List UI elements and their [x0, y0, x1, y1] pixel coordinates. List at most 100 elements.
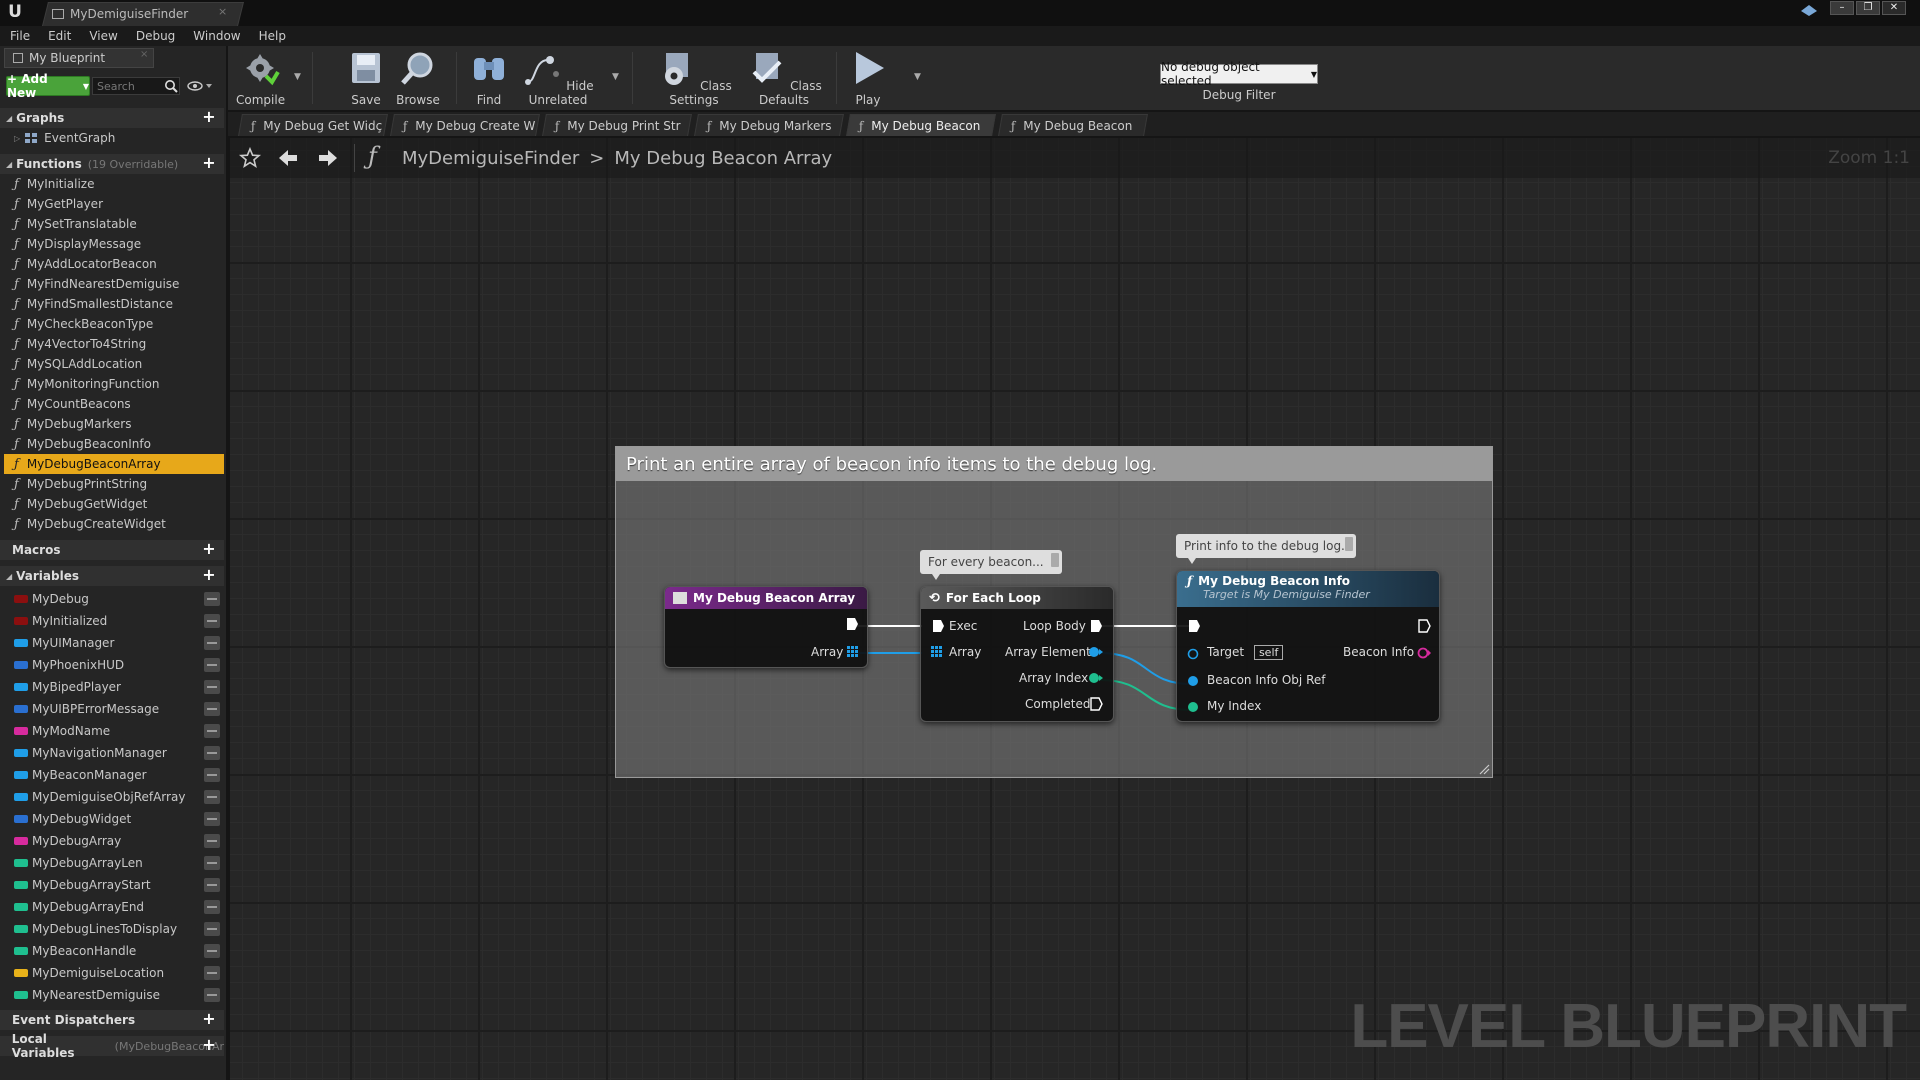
graph-tab[interactable]: ƒ My Debug Beacon [846, 114, 996, 136]
graphs-section-header[interactable]: ◢ Graphs + [0, 108, 224, 128]
compile-options-chevron-icon[interactable]: ▼ [294, 72, 301, 82]
info-comment-bubble[interactable]: Print info to the debug log. [1176, 534, 1356, 564]
unreal-logo-icon[interactable]: U [4, 1, 26, 23]
graph-tab[interactable]: ƒ My Debug Beacon [998, 114, 1148, 136]
variable-item[interactable]: MyDebugArray [4, 830, 224, 852]
function-item[interactable]: ƒ MyAddLocatorBeacon [4, 254, 224, 274]
function-item[interactable]: ƒ MyDebugBeaconArray [4, 454, 224, 474]
node-for-each-loop[interactable]: ⟲ For Each Loop Exec Loop Body Array Arr… [920, 586, 1114, 722]
graph-tab[interactable]: ƒ My Debug Get Widç [238, 114, 388, 136]
variables-section-header[interactable]: ◢ Variables + [0, 566, 224, 586]
loop-body-pin-icon[interactable] [1089, 619, 1103, 633]
menu-help[interactable]: Help [259, 29, 286, 43]
variable-item[interactable]: MyDemiguiseObjRefArray [4, 786, 224, 808]
function-item[interactable]: ƒ MyFindNearestDemiguise [4, 274, 224, 294]
function-item[interactable]: ƒ MyDebugMarkers [4, 414, 224, 434]
compile-button[interactable]: Compile [236, 50, 285, 108]
search-icon[interactable] [164, 79, 178, 93]
beacon-info-out-pin-icon[interactable] [1417, 647, 1431, 659]
exec-in-pin-icon[interactable] [931, 619, 945, 633]
document-tab[interactable]: MyDemiguiseFinder [52, 2, 188, 26]
graph-item-eventgraph[interactable]: ▷ EventGraph [4, 128, 224, 148]
variable-item[interactable]: MyDebugArrayStart [4, 874, 224, 896]
minimize-button[interactable]: – [1830, 1, 1854, 15]
function-item[interactable]: ƒ MyInitialize [4, 174, 224, 194]
exec-out-pin-icon[interactable] [1417, 619, 1431, 633]
add-event-dispatcher-icon[interactable]: + [202, 1011, 216, 1027]
class-defaults-button[interactable]: Class Defaults [742, 50, 826, 108]
array-in-pin-icon[interactable] [931, 646, 943, 658]
function-item[interactable]: ƒ MyCheckBeaconType [4, 314, 224, 334]
play-options-chevron-icon[interactable]: ▼ [914, 72, 921, 82]
expand-arrow-icon[interactable]: ▷ [14, 134, 20, 143]
variable-visibility-icon[interactable] [204, 834, 220, 848]
debug-object-select[interactable]: No debug object selected ▼ [1160, 60, 1318, 88]
event-dispatchers-section-header[interactable]: Event Dispatchers + [0, 1010, 224, 1030]
variable-visibility-icon[interactable] [204, 922, 220, 936]
target-pin-icon[interactable] [1187, 648, 1201, 660]
class-settings-button[interactable]: Class Settings [652, 50, 736, 108]
array-element-pin-icon[interactable] [1089, 646, 1103, 658]
target-self-value[interactable]: self [1253, 645, 1284, 660]
local-variables-section-header[interactable]: Local Variables (MyDebugBeaconAr + [0, 1032, 224, 1060]
foreach-comment-bubble[interactable]: For every beacon... [920, 550, 1062, 580]
collapse-arrow-icon[interactable]: ◢ [6, 114, 12, 123]
variable-item[interactable]: MyDemiguiseLocation [4, 962, 224, 984]
variable-item[interactable]: MyNearestDemiguise [4, 984, 224, 1006]
variable-visibility-icon[interactable] [204, 856, 220, 870]
node-header[interactable]: ⟲ For Each Loop [921, 587, 1113, 609]
menu-file[interactable]: File [10, 29, 30, 43]
function-item[interactable]: ƒ My4VectorTo4String [4, 334, 224, 354]
variable-item[interactable]: MyDebugArrayEnd [4, 896, 224, 918]
function-item[interactable]: ƒ MySQLAddLocation [4, 354, 224, 374]
variable-item[interactable]: MyBeaconHandle [4, 940, 224, 962]
variable-item[interactable]: MyDebugWidget [4, 808, 224, 830]
variable-visibility-icon[interactable] [204, 614, 220, 628]
add-macro-icon[interactable]: + [202, 541, 216, 557]
variable-item[interactable]: MyBeaconManager [4, 764, 224, 786]
variable-item[interactable]: MyNavigationManager [4, 742, 224, 764]
node-header[interactable]: ƒ My Debug Beacon Info Target is My Demi… [1177, 571, 1439, 607]
variable-visibility-icon[interactable] [204, 636, 220, 650]
maximize-button[interactable]: ❐ [1856, 1, 1880, 15]
variable-item[interactable]: MyInitialized [4, 610, 224, 632]
variable-visibility-icon[interactable] [204, 966, 220, 980]
variable-item[interactable]: MyPhoenixHUD [4, 654, 224, 676]
pin-bubble-icon[interactable] [1345, 537, 1353, 551]
variable-visibility-icon[interactable] [204, 878, 220, 892]
menu-view[interactable]: View [89, 29, 117, 43]
variable-item[interactable]: MyModName [4, 720, 224, 742]
variable-visibility-icon[interactable] [204, 658, 220, 672]
functions-section-header[interactable]: ◢ Functions (19 Overridable) + [0, 154, 224, 174]
variable-item[interactable]: MyDebugLinesToDisplay [4, 918, 224, 940]
menu-window[interactable]: Window [193, 29, 240, 43]
variable-visibility-icon[interactable] [204, 768, 220, 782]
collapse-arrow-icon[interactable]: ◢ [6, 572, 12, 581]
variable-visibility-icon[interactable] [204, 592, 220, 606]
my-blueprint-tab[interactable]: My Blueprint [4, 48, 154, 68]
hide-unrelated-chevron-icon[interactable]: ▼ [612, 72, 619, 82]
play-button[interactable]: Play [848, 50, 888, 108]
beacon-info-obj-ref-pin-icon[interactable] [1187, 675, 1201, 687]
variable-item[interactable]: MyUIBPErrorMessage [4, 698, 224, 720]
array-out-pin-icon[interactable] [847, 646, 859, 658]
browse-button[interactable]: Browse [390, 50, 446, 108]
node-function-entry[interactable]: My Debug Beacon Array Array [664, 586, 868, 668]
graph-tab[interactable]: ƒ My Debug Create W [390, 114, 540, 136]
variable-visibility-icon[interactable] [204, 746, 220, 760]
array-index-pin-icon[interactable] [1089, 672, 1103, 684]
pin-bubble-icon[interactable] [1051, 553, 1059, 567]
variable-visibility-icon[interactable] [204, 790, 220, 804]
node-debug-beacon-info[interactable]: ƒ My Debug Beacon Info Target is My Demi… [1176, 570, 1440, 722]
hide-unrelated-button[interactable]: Hide Unrelated [518, 50, 598, 108]
my-index-pin-icon[interactable] [1187, 701, 1201, 713]
variable-item[interactable]: MyDebug [4, 588, 224, 610]
variable-visibility-icon[interactable] [204, 900, 220, 914]
function-item[interactable]: ƒ MyCountBeacons [4, 394, 224, 414]
view-options-eye-icon[interactable] [186, 79, 214, 93]
graph-editor-canvas[interactable]: ƒ MyDemiguiseFinder > My Debug Beacon Ar… [230, 138, 1920, 1080]
add-local-variable-icon[interactable]: + [202, 1037, 216, 1053]
function-item[interactable]: ƒ MyFindSmallestDistance [4, 294, 224, 314]
variable-visibility-icon[interactable] [204, 680, 220, 694]
add-new-button[interactable]: + Add New ▼ [6, 72, 90, 100]
